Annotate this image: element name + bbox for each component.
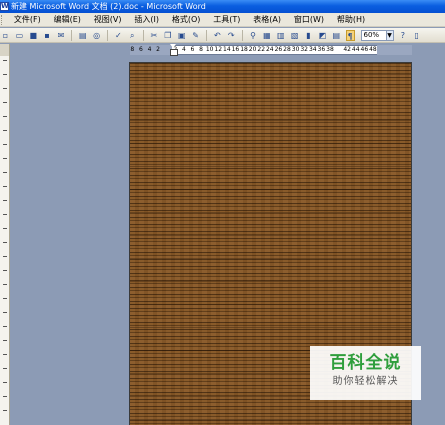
help-icon[interactable]: ? (398, 30, 407, 41)
menu-file[interactable]: 文件(F) (9, 13, 46, 26)
ruler-tick-label: 22 (257, 46, 266, 53)
ruler-tick-label: 38 (326, 46, 334, 53)
ruler-tick-label: 18 (240, 46, 248, 53)
toolbar-separator (142, 30, 144, 41)
ruler-tick-label: 30 (291, 46, 300, 53)
menu-help[interactable]: 帮助(H) (332, 13, 370, 26)
open-icon[interactable]: ▭ (15, 30, 24, 41)
tab-selector[interactable] (0, 44, 10, 56)
drawing-icon[interactable]: ◩ (318, 30, 327, 41)
undo-icon[interactable]: ↶ (213, 30, 222, 41)
toolbar-separator (241, 30, 243, 41)
hyperlink-icon[interactable]: ⚲ (249, 30, 258, 41)
research-icon[interactable]: ⌕ (128, 30, 137, 41)
tables-borders-icon[interactable]: ▦ (262, 30, 271, 41)
columns-icon[interactable]: ▮ (304, 30, 313, 41)
menu-view[interactable]: 视图(V) (89, 13, 127, 26)
zoom-value: 60% (363, 31, 380, 39)
menu-insert[interactable]: 插入(I) (129, 13, 164, 26)
menu-bar: 文件(F) 编辑(E) 视图(V) 插入(I) 格式(O) 工具(T) 表格(A… (0, 13, 445, 27)
horizontal-ruler[interactable]: 8 6 4 2 2 4 6 8 101214161820222426283032343638 42… (0, 44, 445, 56)
ruler-tick-label: 6 (138, 46, 143, 53)
ruler-tick-label: 8 (199, 46, 203, 53)
ruler-tick-label: 32 (300, 46, 308, 53)
indent-marker[interactable] (170, 44, 178, 56)
ruler-tick-label: 44 (351, 46, 360, 53)
ruler-tick-label: 34 (308, 46, 317, 53)
ruler-tick-label: 10 (205, 46, 214, 53)
format-painter-icon[interactable]: ✎ (191, 30, 200, 41)
standard-toolbar: ▫ ▭ ■ ▪ ✉ ▤ ◎ ✓ ⌕ ✂ ❐ ▣ ✎ ↶ ↷ ⚲ ▦ ▥ ▧ ▮ … (0, 28, 445, 43)
toolbar-separator (71, 30, 73, 41)
menu-window[interactable]: 窗口(W) (289, 13, 329, 26)
ruler-tick-label: 8 (130, 46, 135, 53)
menu-format[interactable]: 格式(O) (167, 13, 206, 26)
vertical-ruler-marks (3, 60, 7, 420)
ruler-tick-label: 36 (317, 46, 326, 53)
toolbar-separator (206, 30, 207, 41)
spelling-icon[interactable]: ✓ (114, 30, 123, 41)
save-icon[interactable]: ■ (29, 30, 38, 41)
title-bar: W 新建 Microsoft Word 文档 (2).doc - Microsof… (0, 0, 445, 13)
watermark-logo: 百科全说 助你轻松解决 (310, 346, 421, 400)
ruler-tick-label: 6 (190, 46, 195, 53)
window-title: 新建 Microsoft Word 文档 (2).doc - Microsoft… (11, 2, 206, 11)
email-icon[interactable]: ✉ (57, 30, 66, 41)
chevron-down-icon[interactable]: ▼ (385, 31, 393, 40)
ruler-tick-label: 46 (360, 46, 369, 53)
word-app-icon[interactable]: W (0, 2, 9, 11)
watermark-title: 百科全说 (329, 353, 402, 373)
show-hide-icon[interactable]: ¶ (345, 30, 355, 41)
print-preview-icon[interactable]: ◎ (92, 30, 101, 41)
ruler-tick-label: 4 (181, 46, 186, 53)
cut-icon[interactable]: ✂ (150, 30, 159, 41)
watermark-subtitle: 助你轻松解决 (332, 376, 399, 387)
print-icon[interactable]: ▤ (78, 30, 87, 41)
menu-edit[interactable]: 编辑(E) (49, 13, 86, 26)
menu-bar-grip[interactable] (1, 15, 4, 25)
insert-table-icon[interactable]: ▥ (276, 30, 285, 41)
ruler-tick-label: 16 (231, 46, 240, 53)
paste-icon[interactable]: ▣ (177, 30, 186, 41)
ruler-right-margin[interactable] (377, 45, 412, 55)
toolbar-separator (107, 30, 108, 41)
new-document-icon[interactable]: ▫ (1, 30, 10, 41)
ruler-tick-label: 4 (147, 46, 152, 53)
document-map-icon[interactable]: ▤ (332, 30, 341, 41)
menu-tools[interactable]: 工具(T) (208, 13, 245, 26)
read-icon[interactable]: ▯ (412, 30, 421, 41)
ruler-tick-label: 24 (265, 46, 274, 53)
ruler-ticks: 8 6 4 2 2 4 6 8 101214161820222426283032343638 42… (128, 45, 377, 55)
ruler-tick-label: 12 (214, 46, 223, 53)
ruler-tick-label: 2 (156, 46, 160, 53)
ruler-tick-label: 42 (343, 46, 351, 53)
menu-table[interactable]: 表格(A) (248, 13, 286, 26)
ruler-tick-label: 28 (283, 46, 291, 53)
ruler-tick-label: 20 (248, 46, 257, 53)
redo-icon[interactable]: ↷ (227, 30, 236, 41)
permission-icon[interactable]: ▪ (43, 30, 52, 41)
ruler-tick-label: 26 (274, 46, 283, 53)
ruler-tick-label: 14 (223, 46, 231, 53)
ruler-tick-label: 48 (369, 46, 377, 53)
zoom-select[interactable]: 60% ▼ (360, 30, 394, 41)
copy-icon[interactable]: ❐ (163, 30, 172, 41)
insert-excel-icon[interactable]: ▧ (290, 30, 299, 41)
vertical-ruler[interactable] (0, 56, 10, 425)
